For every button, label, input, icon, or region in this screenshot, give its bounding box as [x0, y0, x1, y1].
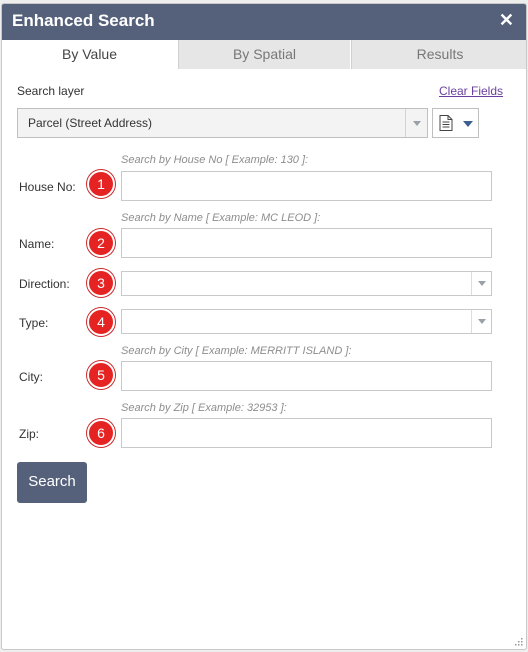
enhanced-search-panel: Enhanced Search ✕ By Value By Spatial Re… — [1, 3, 527, 650]
tab-bar: By Value By Spatial Results — [2, 40, 526, 69]
marker-badge-2: 2 — [87, 229, 115, 257]
tab-results[interactable]: Results — [351, 40, 526, 69]
search-layer-label: Search layer — [17, 84, 85, 98]
city-input[interactable] — [121, 361, 492, 391]
house-no-hint: Search by House No [ Example: 130 ]: — [121, 154, 309, 166]
clear-fields-link[interactable]: Clear Fields — [439, 84, 503, 98]
caret-down-icon — [463, 121, 473, 127]
city-label: City: — [19, 370, 43, 384]
direction-select[interactable] — [121, 271, 492, 296]
layer-options-button[interactable] — [432, 108, 479, 138]
tab-by-value[interactable]: By Value — [2, 40, 177, 69]
chevron-down-icon — [413, 121, 421, 126]
panel-title: Enhanced Search — [12, 11, 155, 30]
resize-grip-icon[interactable] — [514, 637, 523, 646]
name-hint: Search by Name [ Example: MC LEOD ]: — [121, 212, 321, 224]
marker-badge-6: 6 — [87, 419, 115, 447]
tab-by-spatial[interactable]: By Spatial — [178, 40, 350, 69]
marker-badge-1: 1 — [87, 170, 115, 198]
chevron-down-icon — [478, 281, 486, 286]
zip-input[interactable] — [121, 418, 492, 448]
search-layer-value: Parcel (Street Address) — [28, 116, 153, 130]
house-no-label: House No: — [19, 180, 76, 194]
city-hint: Search by City [ Example: MERRITT ISLAND… — [121, 345, 352, 357]
marker-badge-5: 5 — [87, 361, 115, 389]
search-button[interactable]: Search — [17, 462, 87, 503]
type-select[interactable] — [121, 309, 492, 334]
zip-hint: Search by Zip [ Example: 32953 ]: — [121, 402, 287, 414]
house-no-input[interactable] — [121, 171, 492, 201]
type-dropdown-arrow[interactable] — [471, 310, 491, 333]
zip-label: Zip: — [19, 427, 40, 441]
close-icon[interactable]: ✕ — [499, 10, 514, 30]
direction-label: Direction: — [19, 277, 70, 291]
marker-badge-4: 4 — [87, 308, 115, 336]
name-input[interactable] — [121, 228, 492, 258]
chevron-down-icon — [478, 319, 486, 324]
type-label: Type: — [19, 316, 49, 330]
name-label: Name: — [19, 237, 55, 251]
marker-badge-3: 3 — [87, 269, 115, 297]
search-layer-dropdown-arrow[interactable] — [405, 109, 427, 137]
title-bar: Enhanced Search ✕ — [2, 4, 526, 40]
search-layer-select[interactable]: Parcel (Street Address) — [17, 108, 428, 138]
direction-dropdown-arrow[interactable] — [471, 272, 491, 295]
document-list-icon — [439, 115, 453, 131]
